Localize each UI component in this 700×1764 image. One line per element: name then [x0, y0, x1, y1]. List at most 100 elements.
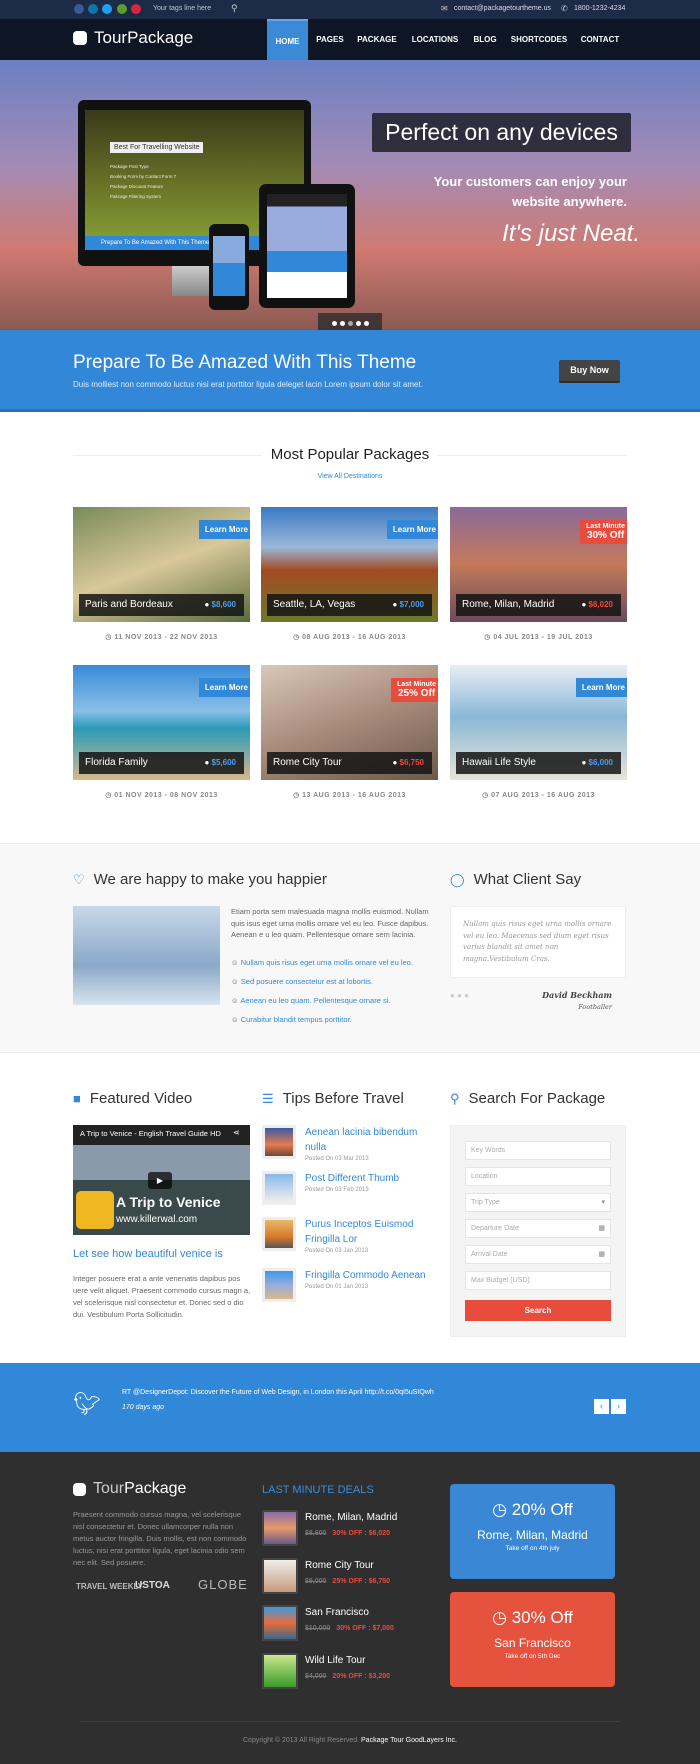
discount-tag[interactable]: Last Minute 25% Off: [391, 678, 438, 702]
package-card[interactable]: Learn More Hawaii Life Style ● $6,000: [450, 665, 627, 780]
search-button[interactable]: Search: [465, 1300, 611, 1321]
departure-date-input[interactable]: Departure Date ▦: [465, 1219, 611, 1238]
search-icon[interactable]: ⚲: [231, 3, 238, 14]
share-icon[interactable]: ⋖: [233, 1128, 240, 1137]
list-item: ☺ Aenean eu leo quam. Pellentesque ornar…: [231, 996, 391, 1005]
video-overlay-title: A Trip to Venice: [116, 1194, 221, 1210]
play-icon[interactable]: ▶: [148, 1172, 172, 1189]
section-title: Most Popular Packages: [262, 446, 438, 463]
deal-item[interactable]: Wild Life Tour $4,000 20% OFF : $3,200: [262, 1653, 432, 1691]
speech-bubble-icon: ◯: [450, 872, 465, 887]
deal-item[interactable]: Rome, Milan, Madrid $8,600 30% OFF : $6,02…: [262, 1510, 432, 1548]
slide-dot[interactable]: [363, 321, 369, 326]
tablet-mockup: [259, 184, 355, 308]
nav-locations[interactable]: LOCATIONS: [406, 19, 464, 60]
video-post-title[interactable]: Let see how beautiful venice is: [73, 1248, 223, 1260]
testimonial-author: David Beckham: [542, 990, 612, 1000]
package-card[interactable]: Last Minute 30% Off Rome, Milan, Madrid ● …: [450, 507, 627, 622]
tweet-text[interactable]: RT @DesignerDepot: Discover the Future o…: [122, 1389, 434, 1396]
tips-title: ☰ Tips Before Travel: [262, 1090, 404, 1107]
discount-tag[interactable]: Last Minute 30% Off: [580, 520, 627, 544]
promo-card[interactable]: ◷ 20% Off Rome, Milan, Madrid Take off o…: [450, 1484, 615, 1579]
deal-item[interactable]: Rome City Tour $9,000 25% OFF : $6,750: [262, 1558, 432, 1596]
envelope-icon: ✉: [441, 4, 448, 13]
email-icon[interactable]: [117, 4, 127, 14]
buy-now-button[interactable]: Buy Now: [559, 360, 620, 383]
view-all-link[interactable]: View All Destinations: [300, 473, 400, 480]
hero-subtitle: Your customers can enjoy your website any…: [433, 174, 627, 209]
promo-card[interactable]: ◷ 30% Off San Francisco Take off on 5th …: [450, 1592, 615, 1687]
max-budget-input[interactable]: Max Budget (USD): [465, 1271, 611, 1290]
video-title-bar: A Trip to Venice - English Travel Guide …: [80, 1129, 221, 1138]
top-bar: Your tags line here ⚲ ✉ contact@packaget…: [0, 0, 700, 19]
partner-logo: USTOA: [135, 1580, 170, 1591]
contact-email[interactable]: contact@packagetourtheme.us: [454, 5, 551, 12]
package-caption: Rome City Tour ● $6,750: [267, 752, 432, 774]
team-photo: [73, 906, 220, 1005]
tip-thumb: [262, 1268, 296, 1302]
testimonial-role: Footballer: [578, 1003, 612, 1011]
twitter-icon: 🐦︎: [73, 1391, 101, 1416]
slider-dots: [318, 313, 382, 330]
package-caption: Hawaii Life Style ● $6,000: [456, 752, 621, 774]
next-arrow-button[interactable]: ›: [611, 1399, 626, 1414]
happy-list: ☺ Nullam quis risus eget urna mollis orn…: [231, 953, 413, 1029]
learn-more-tag[interactable]: Learn More: [386, 520, 438, 539]
video-title: ■ Featured Video: [73, 1090, 193, 1107]
package-card[interactable]: Learn More Seattle, LA, Vegas ● $7,000: [261, 507, 438, 622]
slide-dot[interactable]: [347, 321, 353, 326]
calendar-icon: ▦: [598, 1251, 605, 1258]
phone-icon: ✆: [561, 4, 568, 13]
learn-more-tag[interactable]: Learn More: [198, 678, 250, 697]
package-card[interactable]: Last Minute 25% Off Rome City Tour ● $6,75…: [261, 665, 438, 780]
slide-dot[interactable]: [339, 321, 345, 326]
tip-thumb: [262, 1171, 296, 1205]
logo[interactable]: TourPackage: [94, 28, 193, 48]
list-item: ☺ Sed posuere consectetur est at loborti…: [231, 977, 373, 986]
client-title: ◯ What Client Say: [450, 871, 582, 888]
nav-contact[interactable]: CONTACT: [576, 19, 624, 60]
package-caption: Paris and Bordeaux ● $8,600: [79, 594, 244, 616]
package-card[interactable]: Learn More Florida Family ● $5,600: [73, 665, 250, 780]
tweet-time: 170 days ago: [122, 1404, 165, 1411]
package-date: ◷ 04 JUL 2013 - 19 JUL 2013: [484, 634, 593, 641]
nav-home[interactable]: HOME: [267, 19, 308, 60]
partner-logo: GLOBE: [198, 1577, 248, 1592]
nav-package[interactable]: PACKAGE: [352, 19, 402, 60]
hero-slider: Best For Travelling Website Package Post…: [0, 60, 700, 330]
facebook-icon[interactable]: [74, 4, 84, 14]
smiley-icon: ☺: [231, 996, 239, 1005]
trip-type-select[interactable]: Trip Type ▾: [465, 1193, 611, 1212]
prev-arrow-button[interactable]: ‹: [594, 1399, 609, 1414]
nav-shortcodes[interactable]: SHORTCODES: [506, 19, 572, 60]
phone-mockup: [209, 224, 249, 310]
deal-item[interactable]: San Francisco $10,000 30% OFF : $7,000: [262, 1605, 432, 1643]
slide-dot[interactable]: [331, 321, 337, 326]
partner-logo: TRAVEL WEEKLY: [76, 1582, 143, 1591]
pinterest-icon[interactable]: [131, 4, 141, 14]
learn-more-tag[interactable]: Learn More: [575, 678, 627, 697]
package-date: ◷ 13 AUG 2013 - 16 AUG 2013: [293, 792, 406, 799]
learn-more-tag[interactable]: Learn More: [198, 520, 250, 539]
footer-logo[interactable]: TourPackage: [93, 1480, 186, 1498]
clock-icon: ◷: [492, 1608, 507, 1627]
package-card[interactable]: Learn More Paris and Bordeaux ● $8,600: [73, 507, 250, 622]
video-player[interactable]: A Trip to Venice - English Travel Guide …: [73, 1125, 250, 1235]
keywords-input[interactable]: Key Words: [465, 1141, 611, 1160]
arrival-date-input[interactable]: Arrival Date ▦: [465, 1245, 611, 1264]
logo-icon: [73, 1483, 86, 1496]
slide-dot[interactable]: [355, 321, 361, 326]
testimonial-dots[interactable]: ● ● ●: [450, 991, 469, 1000]
nav-blog[interactable]: BLOG: [468, 19, 502, 60]
clock-icon: ◷: [492, 1500, 507, 1519]
calendar-icon: ▦: [598, 1225, 605, 1232]
linkedin-icon[interactable]: [88, 4, 98, 14]
search-title: ⚲ Search For Package: [450, 1090, 606, 1107]
nav-pages[interactable]: PAGES: [312, 19, 348, 60]
twitter-icon[interactable]: [102, 4, 112, 14]
logo-icon: [73, 31, 87, 45]
happy-text: Etiam porta sem malesuada magna mollis e…: [231, 907, 429, 939]
package-caption: Rome, Milan, Madrid ● $6,020: [456, 594, 621, 616]
location-input[interactable]: Location: [465, 1167, 611, 1186]
twitter-band: 🐦︎ RT @DesignerDepot: Discover the Futur…: [0, 1363, 700, 1452]
